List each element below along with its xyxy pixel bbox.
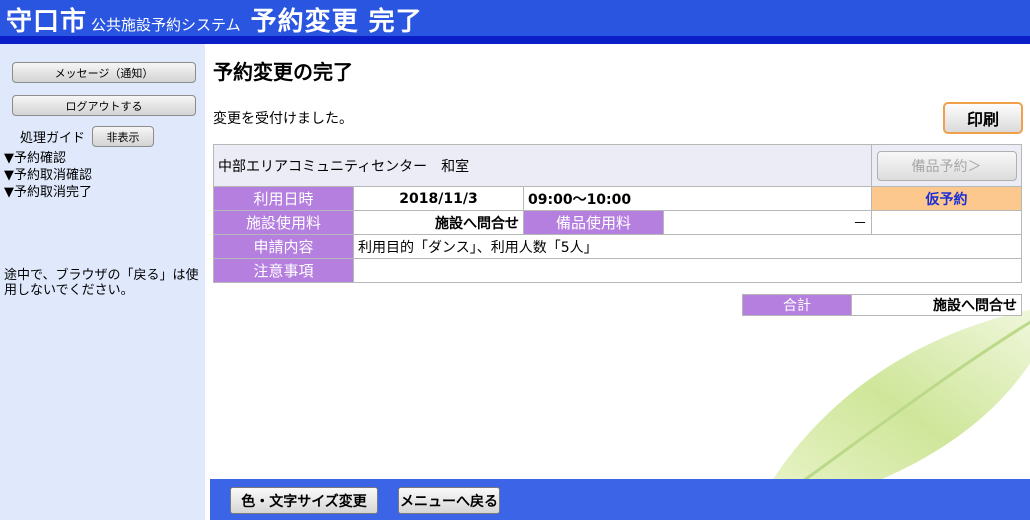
total-row: 合計 施設へ問合せ — [742, 294, 1022, 316]
status-badge: 仮予約 — [871, 186, 1022, 211]
total-label: 合計 — [742, 294, 852, 316]
guide-label: 処理ガイド — [20, 131, 86, 146]
table-row: 注意事項 — [213, 258, 1022, 283]
print-button[interactable]: 印刷 — [943, 102, 1023, 134]
city-name: 守口市 — [6, 7, 88, 37]
table-row: 申請内容 利用目的「ダンス」、利用人数「5人」 — [213, 234, 1022, 259]
fee-value: 施設へ問合せ — [353, 210, 524, 235]
back-button-notice: 途中で、ブラウザの「戻る」は使用しないでください。 — [4, 268, 199, 298]
content-label: 申請内容 — [213, 234, 354, 259]
total-value: 施設へ問合せ — [852, 294, 1022, 316]
equipment-cell: 備品予約＞ — [871, 144, 1022, 187]
date-value: 2018/11/3 — [353, 186, 524, 211]
facility-row: 中部エリアコミュニティセンター 和室 備品予約＞ — [213, 144, 1022, 187]
equip-fee-label: 備品使用料 — [523, 210, 664, 235]
header-divider — [0, 36, 1030, 44]
logout-button[interactable]: ログアウトする — [12, 95, 196, 116]
guide-item-confirm: ▼予約確認 — [4, 151, 66, 166]
notes-value — [353, 258, 1022, 283]
color-size-button[interactable]: 色・文字サイズ変更 — [230, 487, 378, 514]
facility-name: 中部エリアコミュニティセンター 和室 — [213, 144, 872, 187]
bottom-bar: 色・文字サイズ変更 メニューへ戻る — [210, 479, 1030, 520]
message-button[interactable]: メッセージ（通知） — [12, 62, 196, 83]
table-row: 利用日時 2018/11/3 09:00～10:00 仮予約 — [213, 186, 1022, 211]
guide-item-cancel-confirm: ▼予約取消確認 — [4, 168, 92, 183]
reservation-table: 中部エリアコミュニティセンター 和室 備品予約＞ 利用日時 2018/11/3 … — [213, 144, 1022, 283]
datetime-label: 利用日時 — [213, 186, 354, 211]
guide-hide-button[interactable]: 非表示 — [92, 126, 155, 147]
notes-label: 注意事項 — [213, 258, 354, 283]
equip-fee-value: － — [663, 210, 872, 235]
equipment-reserve-button[interactable]: 備品予約＞ — [876, 150, 1017, 181]
app-header: 守口市 公共施設予約システム 予約変更 完了 — [0, 0, 1030, 37]
main-content: 予約変更の完了 変更を受付けました。 印刷 中部エリアコミュニティセンター 和室… — [205, 44, 1030, 520]
page-heading: 予約変更 完了 — [250, 7, 423, 37]
time-value: 09:00～10:00 — [523, 186, 872, 211]
system-name: 公共施設予約システム — [91, 16, 241, 34]
back-to-menu-button[interactable]: メニューへ戻る — [398, 487, 500, 514]
result-message: 変更を受付けました。 — [213, 111, 353, 127]
sidebar: メッセージ（通知） ログアウトする 処理ガイド 非表示 ▼予約確認 ▼予約取消確… — [0, 44, 205, 520]
page-title: 予約変更の完了 — [213, 60, 353, 84]
table-row: 施設使用料 施設へ問合せ 備品使用料 － — [213, 210, 1022, 235]
empty-cell — [871, 210, 1022, 235]
fee-label: 施設使用料 — [213, 210, 354, 235]
content-value: 利用目的「ダンス」、利用人数「5人」 — [353, 234, 1022, 259]
guide-row: 処理ガイド 非表示 — [20, 126, 155, 147]
guide-item-cancel-complete: ▼予約取消完了 — [4, 185, 92, 200]
guide-list: ▼予約確認 ▼予約取消確認 ▼予約取消完了 — [4, 150, 92, 201]
